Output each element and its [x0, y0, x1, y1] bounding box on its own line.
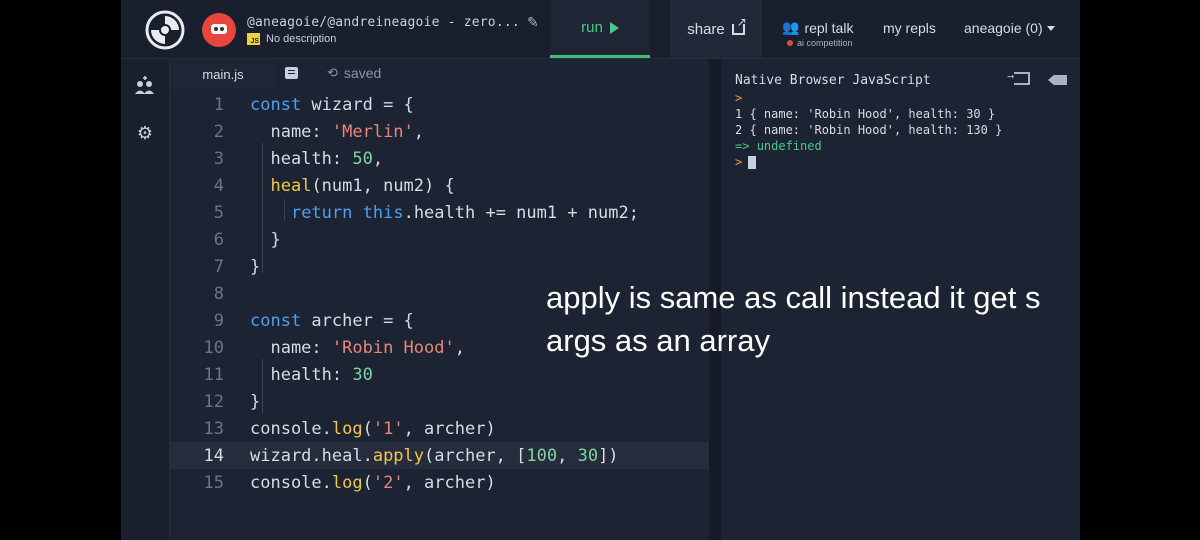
- people-icon: 👥: [782, 19, 800, 35]
- share-button[interactable]: share: [670, 0, 762, 58]
- console-result-line: => undefined: [735, 139, 822, 153]
- run-label: run: [581, 19, 603, 36]
- code-text: wizard.heal.apply(archer, [100, 30]): [250, 445, 619, 466]
- code-text: return this.health += num1 + num2;: [290, 202, 639, 223]
- notification-dot-icon: [787, 40, 793, 46]
- code-line-active[interactable]: 14 wizard.heal.apply(archer, [100, 30]): [170, 442, 709, 469]
- run-button[interactable]: run: [550, 0, 650, 58]
- edit-pencil-icon[interactable]: ✎: [527, 14, 539, 31]
- share-icon: [731, 15, 747, 35]
- repl-talk-label: repl talk: [804, 19, 854, 36]
- line-number: 15: [203, 472, 224, 493]
- console-output-line: 2 { name: 'Robin Hood', health: 130 }: [735, 123, 1003, 137]
- code-text: heal(num1, num2) {: [270, 175, 455, 196]
- repl-title[interactable]: @aneagoie/@andreineagoie - zero...: [247, 15, 520, 30]
- play-icon: [609, 21, 619, 34]
- code-line[interactable]: 12}: [170, 388, 709, 415]
- code-text: const wizard = {: [250, 94, 414, 115]
- code-text: }: [250, 256, 261, 277]
- repl-window: @aneagoie/@andreineagoie - zero... ✎ JS …: [121, 0, 1080, 540]
- code-text: }: [250, 391, 261, 412]
- my-repls-link[interactable]: my repls: [883, 20, 936, 36]
- sidebar: ⚙: [121, 59, 170, 540]
- user-menu[interactable]: aneagoie (0): [964, 20, 1043, 36]
- code-line[interactable]: 4 heal(num1, num2) {: [170, 172, 709, 199]
- code-line[interactable]: 2 name: 'Merlin',: [170, 118, 709, 145]
- code-line[interactable]: 1 const wizard = {: [170, 91, 709, 118]
- line-number: 9: [213, 310, 224, 331]
- saved-status: ⟲ saved: [327, 65, 381, 81]
- code-text: name: 'Robin Hood',: [250, 337, 465, 358]
- line-number: 11: [203, 364, 224, 385]
- code-text: health: 30: [250, 364, 373, 385]
- code-line[interactable]: 5 return this.health += num1 + num2;: [170, 199, 709, 226]
- line-number: 12: [203, 391, 224, 412]
- expand-icon[interactable]: [1007, 69, 1030, 85]
- code-line[interactable]: 3 health: 50,: [170, 145, 709, 172]
- line-number: 2: [213, 121, 224, 142]
- clear-console-icon[interactable]: [1048, 75, 1067, 85]
- code-text: health: 50,: [250, 148, 384, 169]
- code-text: }: [250, 229, 281, 250]
- add-people-icon[interactable]: [134, 75, 156, 97]
- code-line[interactable]: 6 }: [170, 226, 709, 253]
- code-text: console.log('2', archer): [250, 472, 496, 493]
- line-number: 10: [203, 337, 224, 358]
- repl-description[interactable]: No description: [266, 33, 336, 45]
- repl-talk-subtitle: ai competition: [787, 38, 853, 48]
- line-number: 13: [203, 418, 224, 439]
- line-number: 14: [203, 445, 224, 466]
- video-subtitle: apply is same as call instead it get s a…: [546, 280, 1041, 358]
- repl-talk-link[interactable]: 👥 repl talk: [782, 19, 853, 36]
- console-title: Native Browser JavaScript: [735, 73, 931, 88]
- code-text: name: 'Merlin',: [250, 121, 425, 142]
- line-number: 8: [213, 283, 224, 304]
- console-prompt: >: [735, 91, 743, 105]
- line-number: 4: [213, 175, 224, 196]
- repl-description-row: JS No description: [247, 33, 336, 45]
- code-line[interactable]: 15 console.log('2', archer): [170, 469, 709, 496]
- gear-icon[interactable]: ⚙: [134, 122, 156, 144]
- line-number: 3: [213, 148, 224, 169]
- line-number: 6: [213, 229, 224, 250]
- file-list-icon[interactable]: [285, 67, 298, 79]
- js-language-icon: JS: [247, 33, 260, 45]
- file-tabs: main.js ⟲ saved: [170, 59, 709, 89]
- tab-main-js[interactable]: main.js: [170, 59, 276, 89]
- console-output-line: 1 { name: 'Robin Hood', health: 30 }: [735, 107, 996, 121]
- saved-label: saved: [343, 65, 382, 81]
- console-input[interactable]: >: [735, 155, 757, 169]
- text-cursor: [748, 156, 757, 169]
- share-label: share: [687, 20, 725, 38]
- code-text: const archer = {: [250, 310, 414, 331]
- history-icon: ⟲: [327, 65, 338, 80]
- line-number: 5: [213, 202, 224, 223]
- top-bar: @aneagoie/@andreineagoie - zero... ✎ JS …: [121, 0, 1080, 59]
- repl-talk-sub-label: ai competition: [797, 38, 853, 48]
- line-number: 7: [213, 256, 224, 277]
- code-line[interactable]: 13 console.log('1', archer): [170, 415, 709, 442]
- replit-logo-icon[interactable]: [145, 10, 185, 50]
- avatar[interactable]: [202, 13, 236, 47]
- code-line[interactable]: 11 health: 30: [170, 361, 709, 388]
- chevron-down-icon[interactable]: [1047, 26, 1055, 31]
- line-number: 1: [213, 94, 224, 115]
- code-text: console.log('1', archer): [250, 418, 496, 439]
